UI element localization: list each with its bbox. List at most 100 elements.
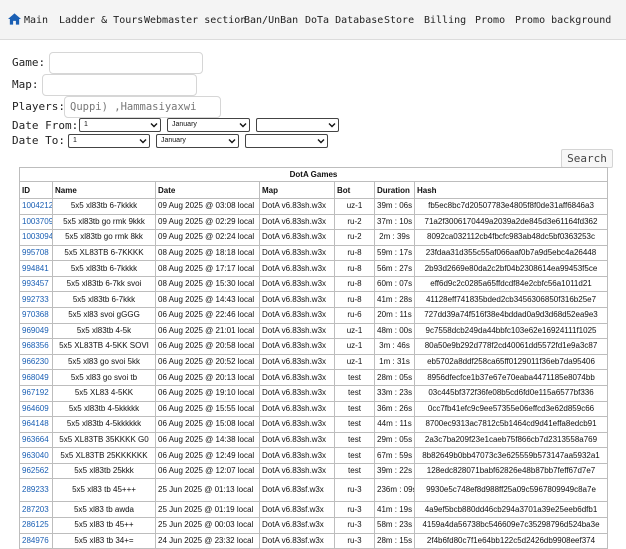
cell-id[interactable]: 994841	[19, 260, 53, 277]
cell-bot: test	[334, 369, 375, 386]
column-header-map[interactable]: Map	[259, 181, 335, 199]
cell-map: DotA v6.83sh.w3x	[259, 431, 335, 449]
cell-bot: uz-1	[334, 353, 375, 371]
cell-id[interactable]: 964148	[19, 416, 53, 433]
nav-item-ban-unban[interactable]: Ban/UnBan	[244, 0, 298, 40]
cell-id[interactable]: 1004212	[19, 198, 53, 215]
cell-bot: ru-2	[334, 229, 375, 246]
cell-map: DotA v6.83sf.w3x	[259, 501, 335, 518]
cell-bot: test	[334, 416, 375, 433]
cell-duration: 39m : 22s	[374, 462, 415, 480]
cell-id[interactable]: 1003094	[19, 229, 53, 246]
nav-item-store[interactable]: Store	[384, 0, 414, 40]
map-label: Map:	[12, 78, 39, 91]
cell-bot: ru-3	[334, 478, 375, 503]
nav-item-promo[interactable]: Promo	[475, 0, 505, 40]
nav-item-ladder-tours[interactable]: Ladder & Tours	[59, 0, 143, 40]
cell-id[interactable]: 963040	[19, 447, 53, 464]
cell-name: 5x5 xl83 go svoi 5kk	[52, 353, 156, 371]
cell-id[interactable]: 964609	[19, 400, 53, 418]
cell-duration: 1m : 31s	[374, 353, 415, 371]
nav-item-webmaster[interactable]: Webmaster section	[144, 0, 246, 40]
cell-bot: ru-6	[334, 307, 375, 324]
cell-name: 5x5 XL83 4-5KK	[52, 384, 156, 402]
cell-id[interactable]: 993457	[19, 275, 53, 293]
cell-id[interactable]: 968356	[19, 338, 53, 355]
date-from-month-select[interactable]: January	[167, 118, 250, 132]
table-row: 964148 5x5 xl83tb 4-5kkkkkk 06 Aug 2025 @ …	[19, 416, 608, 433]
cell-id[interactable]: 995708	[19, 244, 53, 262]
date-to-month-select[interactable]: January	[156, 134, 239, 148]
cell-id[interactable]: 287203	[19, 501, 53, 518]
column-header-name[interactable]: Name	[52, 181, 156, 199]
nav-item-promo-background[interactable]: Promo background	[515, 0, 611, 40]
cell-id[interactable]: 962562	[19, 462, 53, 480]
cell-duration: 39m : 06s	[374, 198, 415, 215]
cell-id[interactable]: 1003709	[19, 213, 53, 231]
cell-map: DotA v6.83sh.w3x	[259, 400, 335, 418]
cell-id[interactable]: 968049	[19, 369, 53, 386]
table-row: 963664 5x5 XL83TB 35KKKK G0 06 Aug 2025 @ …	[19, 431, 608, 449]
cell-name: 5x5 xl83tb 6-7kkkk	[52, 198, 156, 215]
column-header-hash[interactable]: Hash	[414, 181, 608, 199]
cell-name: 5x5 xl83tb 4-5k	[52, 322, 156, 340]
column-header-bot[interactable]: Bot	[334, 181, 375, 199]
column-header-id[interactable]: ID	[19, 181, 53, 199]
cell-bot: ru-2	[334, 213, 375, 231]
search-button[interactable]: Search	[561, 149, 613, 168]
date-to-day-select[interactable]: 1	[68, 134, 150, 148]
cell-id[interactable]: 963664	[19, 431, 53, 449]
cell-id[interactable]: 967192	[19, 384, 53, 402]
nav-item-billing[interactable]: Billing	[424, 0, 466, 40]
chevron-down-icon	[150, 123, 158, 128]
cell-date: 24 Jun 2025 @ 23:32 local	[155, 532, 260, 549]
cell-id[interactable]: 970368	[19, 307, 53, 324]
cell-duration: 3m : 46s	[374, 338, 415, 355]
cell-map: DotA v6.83sh.w3x	[259, 229, 335, 246]
cell-hash: 23fdaa31d355c55af066aaf0b7a9d5ebc4a26448	[414, 244, 608, 262]
cell-id[interactable]: 286125	[19, 516, 53, 534]
table-row: 970368 5x5 xl83 svoi gGGG 06 Aug 2025 @ 22…	[19, 307, 608, 324]
cell-hash: 41128eff741835bded2cb3456306850f316b25e7	[414, 291, 608, 309]
chevron-down-icon	[239, 123, 247, 128]
cell-name: 5x5 XL83TB 35KKKK G0	[52, 431, 156, 449]
cell-name: 5x5 xl83tb 6-7kkkk	[52, 260, 156, 277]
cell-id[interactable]: 284976	[19, 532, 53, 549]
cell-name: 5x5 xl83 tb 34+=	[52, 532, 156, 549]
cell-bot: ru-8	[334, 244, 375, 262]
cell-map: DotA v6.83sh.w3x	[259, 244, 335, 262]
players-input[interactable]: Quppi) ,Hammasiyaxwi	[64, 96, 221, 118]
date-from-day-select[interactable]: 1	[79, 118, 161, 132]
cell-date: 25 Jun 2025 @ 01:13 local	[155, 478, 260, 503]
cell-duration: 28m : 05s	[374, 369, 415, 386]
date-to-year-select[interactable]	[245, 134, 328, 148]
cell-bot: test	[334, 384, 375, 402]
cell-hash: 4a9ef5bcb880dd46cb294a3701a39e25eeb6dfb1	[414, 501, 608, 518]
table-row: 289233 5x5 xl83 tb 45+++ 25 Jun 2025 @ 01:…	[19, 478, 608, 503]
cell-map: DotA v6.83sh.w3x	[259, 213, 335, 231]
cell-map: DotA v6.83sh.w3x	[259, 198, 335, 215]
cell-duration: 41m : 19s	[374, 501, 415, 518]
cell-date: 06 Aug 2025 @ 12:07 local	[155, 462, 260, 480]
cell-duration: 29m : 05s	[374, 431, 415, 449]
cell-id[interactable]: 966230	[19, 353, 53, 371]
cell-date: 09 Aug 2025 @ 02:24 local	[155, 229, 260, 246]
table-row: 964609 5x5 xl83tb 4-5kkkkk 06 Aug 2025 @ 1…	[19, 400, 608, 418]
date-to-month-value: January	[161, 137, 186, 144]
cell-bot: ru-8	[334, 260, 375, 277]
cell-date: 25 Jun 2025 @ 01:19 local	[155, 501, 260, 518]
cell-name: 5x5 xl83tb go rmk 8kk	[52, 229, 156, 246]
table-header-row: ID Name Date Map Bot Duration Hash	[19, 181, 608, 199]
cell-duration: 44m : 11s	[374, 416, 415, 433]
cell-id[interactable]: 969049	[19, 322, 53, 340]
map-input[interactable]	[42, 74, 197, 96]
game-input[interactable]	[49, 52, 203, 74]
cell-map: DotA v6.83sf.w3x	[259, 478, 335, 503]
cell-hash: 9c7558dcb249da44bbfc103e62e16924111f1025	[414, 322, 608, 340]
date-from-year-select[interactable]	[256, 118, 339, 132]
cell-id[interactable]: 289233	[19, 478, 53, 503]
nav-item-dota-database[interactable]: DoTa Database	[305, 0, 383, 40]
column-header-date[interactable]: Date	[155, 181, 260, 199]
column-header-duration[interactable]: Duration	[374, 181, 415, 199]
cell-id[interactable]: 992733	[19, 291, 53, 309]
